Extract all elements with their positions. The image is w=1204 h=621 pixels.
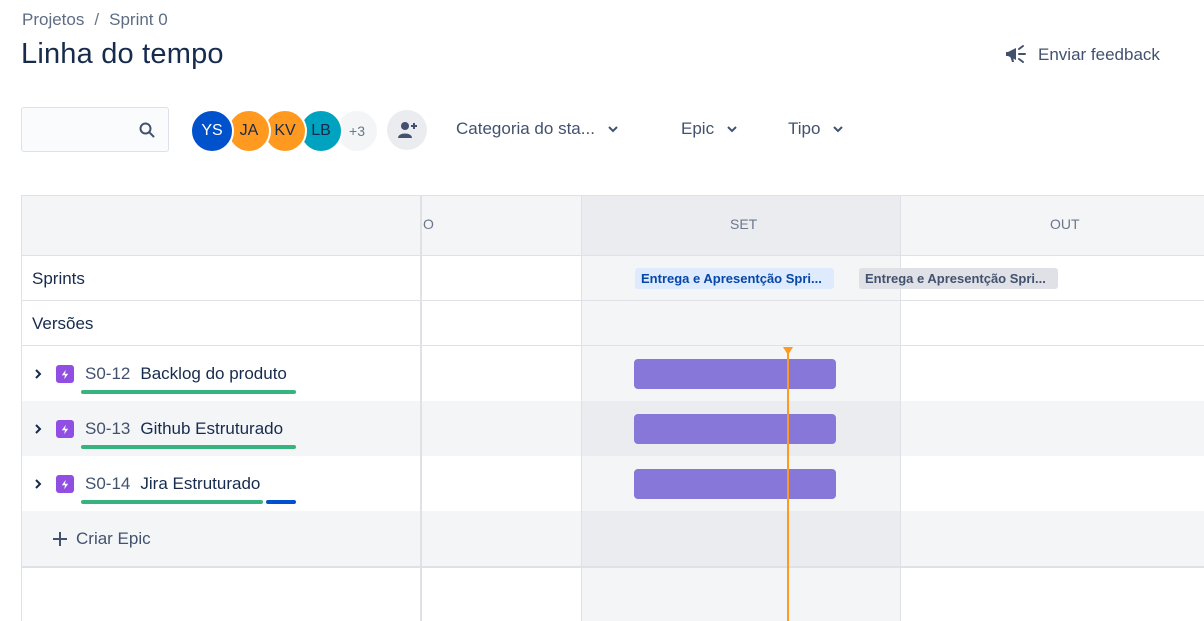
divider — [22, 255, 1204, 256]
month-label: SET — [730, 216, 758, 232]
epic-icon — [56, 475, 74, 493]
chevron-right-icon[interactable] — [32, 423, 44, 435]
epic-icon — [56, 420, 74, 438]
search-icon — [139, 122, 155, 138]
type-filter[interactable]: Tipo — [788, 119, 844, 139]
avatar-initials: KV — [274, 122, 296, 139]
divider — [22, 345, 1204, 346]
chevron-down-icon — [833, 126, 844, 133]
sprints-row-label: Sprints — [32, 269, 85, 288]
divider — [420, 196, 422, 621]
epic-progress-done — [81, 500, 263, 504]
add-people-button[interactable] — [387, 110, 427, 150]
epic-summary[interactable]: Backlog do produto — [140, 364, 287, 384]
month-label: OUT — [1050, 216, 1080, 232]
filter-label: Categoria do sta... — [456, 119, 595, 138]
month-label: O — [423, 216, 434, 232]
create-epic-label: Criar Epic — [76, 529, 151, 548]
epic-summary[interactable]: Github Estruturado — [140, 419, 283, 439]
epic-key[interactable]: S0-12 — [85, 364, 130, 384]
create-row-bg-current — [581, 511, 900, 567]
filter-label: Epic — [681, 119, 715, 138]
add-person-icon — [398, 122, 417, 138]
search-box[interactable] — [21, 107, 169, 152]
epic-progress-inprogress — [266, 500, 296, 504]
more-avatars-count: +3 — [349, 123, 365, 139]
epic-timeline-bar[interactable] — [634, 414, 836, 444]
epic-progress-bar — [81, 390, 296, 394]
filter-label: Tipo — [788, 119, 821, 138]
epic-row[interactable]: S0-13 Github Estruturado — [32, 419, 283, 439]
chevron-right-icon[interactable] — [32, 478, 44, 490]
chevron-down-icon — [727, 126, 737, 133]
epic-row[interactable]: S0-12 Backlog do produto — [32, 364, 287, 384]
avatar-initials: YS — [201, 122, 223, 139]
create-epic-button[interactable]: Criar Epic — [52, 529, 151, 549]
megaphone-icon — [1006, 45, 1026, 63]
divider — [581, 196, 582, 621]
feedback-label: Enviar feedback — [1038, 45, 1160, 64]
epic-timeline-bar[interactable] — [634, 359, 836, 389]
epic-row[interactable]: S0-14 Jira Estruturado — [32, 474, 260, 494]
versions-row-label: Versões — [32, 314, 94, 333]
search-input[interactable] — [32, 110, 136, 152]
chevron-down-icon — [608, 126, 618, 133]
sprint-chip-active[interactable]: Entrega e Apresentção Spri... — [635, 268, 834, 289]
breadcrumb-projects[interactable]: Projetos — [22, 10, 84, 30]
divider — [22, 566, 1204, 568]
epic-key[interactable]: S0-14 — [85, 474, 130, 494]
breadcrumb: Projetos / Sprint 0 — [22, 10, 168, 30]
avatar[interactable]: YS — [190, 109, 234, 153]
avatar-initials: JA — [239, 122, 259, 139]
epic-filter[interactable]: Epic — [681, 119, 738, 139]
divider — [900, 196, 901, 621]
breadcrumb-sprint[interactable]: Sprint 0 — [109, 10, 168, 30]
epic-summary[interactable]: Jira Estruturado — [140, 474, 260, 494]
feedback-button[interactable]: Enviar feedback — [1004, 42, 1160, 68]
chevron-right-icon[interactable] — [32, 368, 44, 380]
epic-icon — [56, 365, 74, 383]
divider — [22, 300, 1204, 301]
epic-progress-bar — [81, 445, 296, 449]
page-title: Linha do tempo — [21, 38, 224, 70]
epic-timeline-bar[interactable] — [634, 469, 836, 499]
epic-key[interactable]: S0-13 — [85, 419, 130, 439]
status-category-filter[interactable]: Categoria do sta... — [456, 119, 619, 139]
avatar-initials: LB — [311, 122, 331, 139]
sprint-chip-future[interactable]: Entrega e Apresentção Spri... — [859, 268, 1058, 289]
today-marker-line — [787, 348, 789, 621]
plus-icon — [53, 532, 67, 546]
breadcrumb-separator: / — [94, 10, 100, 29]
timeline-grid: O SET OUT Sprints Entrega e Apresentção … — [21, 195, 1204, 621]
